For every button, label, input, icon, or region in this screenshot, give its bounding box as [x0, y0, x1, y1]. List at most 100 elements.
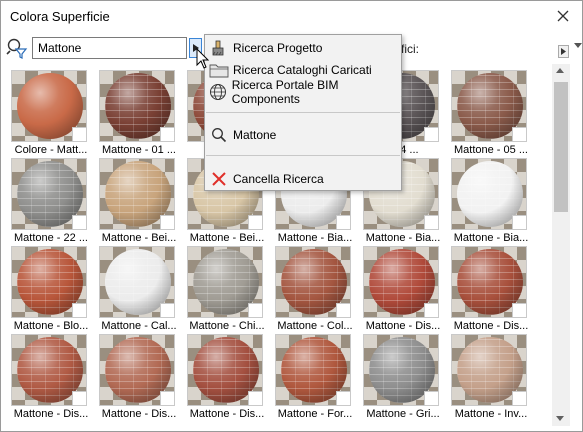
thumbnail-corner-box — [336, 391, 350, 405]
thumbnail-corner-box — [160, 215, 174, 229]
menu-item-recent-search[interactable]: Mattone — [206, 124, 400, 146]
menu-separator — [206, 155, 400, 156]
material-label: Colore - Matt... — [14, 144, 88, 156]
material-thumbnail — [275, 334, 351, 406]
thumbnail-corner-box — [248, 215, 262, 229]
material-label: Mattone - 22 ... — [14, 232, 88, 244]
menu-item-label: Cancella Ricerca — [233, 172, 324, 186]
material-tile[interactable]: Mattone - Inv... — [447, 334, 531, 420]
close-button[interactable] — [552, 5, 574, 27]
thumbnail-corner-box — [512, 127, 526, 141]
material-label: Mattone - Inv... — [454, 408, 528, 420]
menu-item-label: Ricerca Portale BIM Components — [231, 78, 339, 106]
mouse-cursor-icon — [196, 48, 210, 69]
thumbnail-corner-box — [248, 391, 262, 405]
material-tile[interactable]: Mattone - 22 ... — [7, 158, 91, 244]
material-thumbnail — [99, 70, 175, 142]
thumbnail-corner-box — [424, 215, 438, 229]
material-label: Mattone - Chi... — [189, 320, 265, 332]
menu-item-label: Mattone — [233, 128, 277, 142]
scroll-down-icon[interactable] — [556, 416, 564, 421]
material-tile[interactable]: Mattone - Cal... — [95, 246, 179, 332]
thumbnail-corner-box — [424, 303, 438, 317]
scroll-thumb[interactable] — [554, 82, 568, 212]
material-thumbnail — [11, 158, 87, 230]
material-tile[interactable]: Mattone - Dis... — [7, 334, 91, 420]
thumbnail-corner-box — [248, 303, 262, 317]
menu-item-search-project[interactable]: Ricerca Progetto — [206, 37, 400, 59]
thumbnail-corner-box — [72, 303, 86, 317]
material-tile[interactable]: Mattone - Dis... — [447, 246, 531, 332]
material-tile[interactable]: Mattone - Dis... — [359, 246, 443, 332]
material-thumbnail — [451, 334, 527, 406]
material-thumbnail — [187, 246, 263, 318]
thumbnail-corner-box — [72, 215, 86, 229]
material-tile[interactable]: Mattone - Bia... — [447, 158, 531, 244]
thumbnail-corner-box — [424, 391, 438, 405]
material-thumbnail — [187, 334, 263, 406]
material-label: Mattone - Dis... — [189, 408, 265, 420]
material-thumbnail — [451, 70, 527, 142]
material-thumbnail — [451, 246, 527, 318]
material-label: Mattone - Gri... — [366, 408, 440, 420]
triangle-right-icon — [561, 48, 566, 55]
dialog-title: Colora Superficie — [10, 9, 110, 24]
folder-icon — [208, 60, 230, 80]
material-thumbnail — [99, 334, 175, 406]
magnifier-icon — [208, 125, 230, 145]
menu-item-label: Ricerca Cataloghi Caricati — [233, 63, 372, 77]
vertical-scrollbar[interactable] — [552, 64, 570, 426]
thumbnail-corner-box — [512, 215, 526, 229]
material-label: Mattone - Blo... — [13, 320, 89, 332]
material-label: Mattone - Dis... — [101, 408, 177, 420]
thumbnail-corner-box — [72, 391, 86, 405]
material-tile[interactable]: Mattone - 05 ... — [447, 70, 531, 156]
search-input[interactable] — [32, 37, 187, 59]
search-filter-icon[interactable] — [6, 37, 28, 59]
material-tile[interactable]: Mattone - 01 ... — [95, 70, 179, 156]
material-label: Mattone - Bei... — [101, 232, 177, 244]
menu-item-search-bim-portal[interactable]: Ricerca Portale BIM Components — [206, 78, 400, 106]
surfaces-label-partial: fici: — [401, 42, 419, 56]
material-tile[interactable]: Colore - Matt... — [7, 70, 91, 156]
material-label: Mattone - Col... — [277, 320, 353, 332]
close-icon — [557, 10, 569, 22]
material-thumbnail — [11, 246, 87, 318]
material-tile[interactable]: Mattone - For... — [271, 334, 355, 420]
material-thumbnail — [363, 334, 439, 406]
thumbnail-corner-box — [160, 303, 174, 317]
red-x-icon — [208, 169, 230, 189]
thumbnail-corner-box — [160, 127, 174, 141]
menu-separator — [206, 112, 400, 113]
material-thumbnail — [363, 246, 439, 318]
menu-item-label: Ricerca Progetto — [233, 41, 323, 55]
material-thumbnail — [11, 334, 87, 406]
material-label: Mattone - Dis... — [365, 320, 441, 332]
material-thumbnail — [99, 246, 175, 318]
material-tile[interactable]: Mattone - Dis... — [95, 334, 179, 420]
globe-icon — [208, 82, 229, 102]
surface-color-dialog: Colora Superficie fici: — [0, 0, 583, 432]
material-label: Mattone - Bia... — [453, 232, 529, 244]
material-label: Mattone - Cal... — [101, 320, 177, 332]
material-thumbnail — [99, 158, 175, 230]
panel-menu-caret-icon[interactable] — [574, 43, 582, 48]
thumbnail-corner-box — [336, 303, 350, 317]
material-thumbnail — [275, 246, 351, 318]
material-tile[interactable]: Mattone - Col... — [271, 246, 355, 332]
material-tile[interactable]: Mattone - Blo... — [7, 246, 91, 332]
material-label: Mattone - 01 ... — [102, 144, 176, 156]
material-tile[interactable]: Mattone - Chi... — [183, 246, 267, 332]
material-tile[interactable]: Mattone - Gri... — [359, 334, 443, 420]
panel-scroll-right-button[interactable] — [558, 45, 569, 58]
material-label: Mattone - Bia... — [277, 232, 353, 244]
material-thumbnail — [11, 70, 87, 142]
material-tile[interactable]: Mattone - Bei... — [95, 158, 179, 244]
menu-item-clear-search[interactable]: Cancella Ricerca — [206, 168, 400, 190]
material-label: Mattone - Dis... — [13, 408, 89, 420]
material-tile[interactable]: Mattone - Dis... — [183, 334, 267, 420]
thumbnail-corner-box — [72, 127, 86, 141]
scroll-up-icon[interactable] — [556, 68, 564, 73]
material-label: Mattone - Bei... — [189, 232, 265, 244]
material-label: Mattone - For... — [277, 408, 353, 420]
